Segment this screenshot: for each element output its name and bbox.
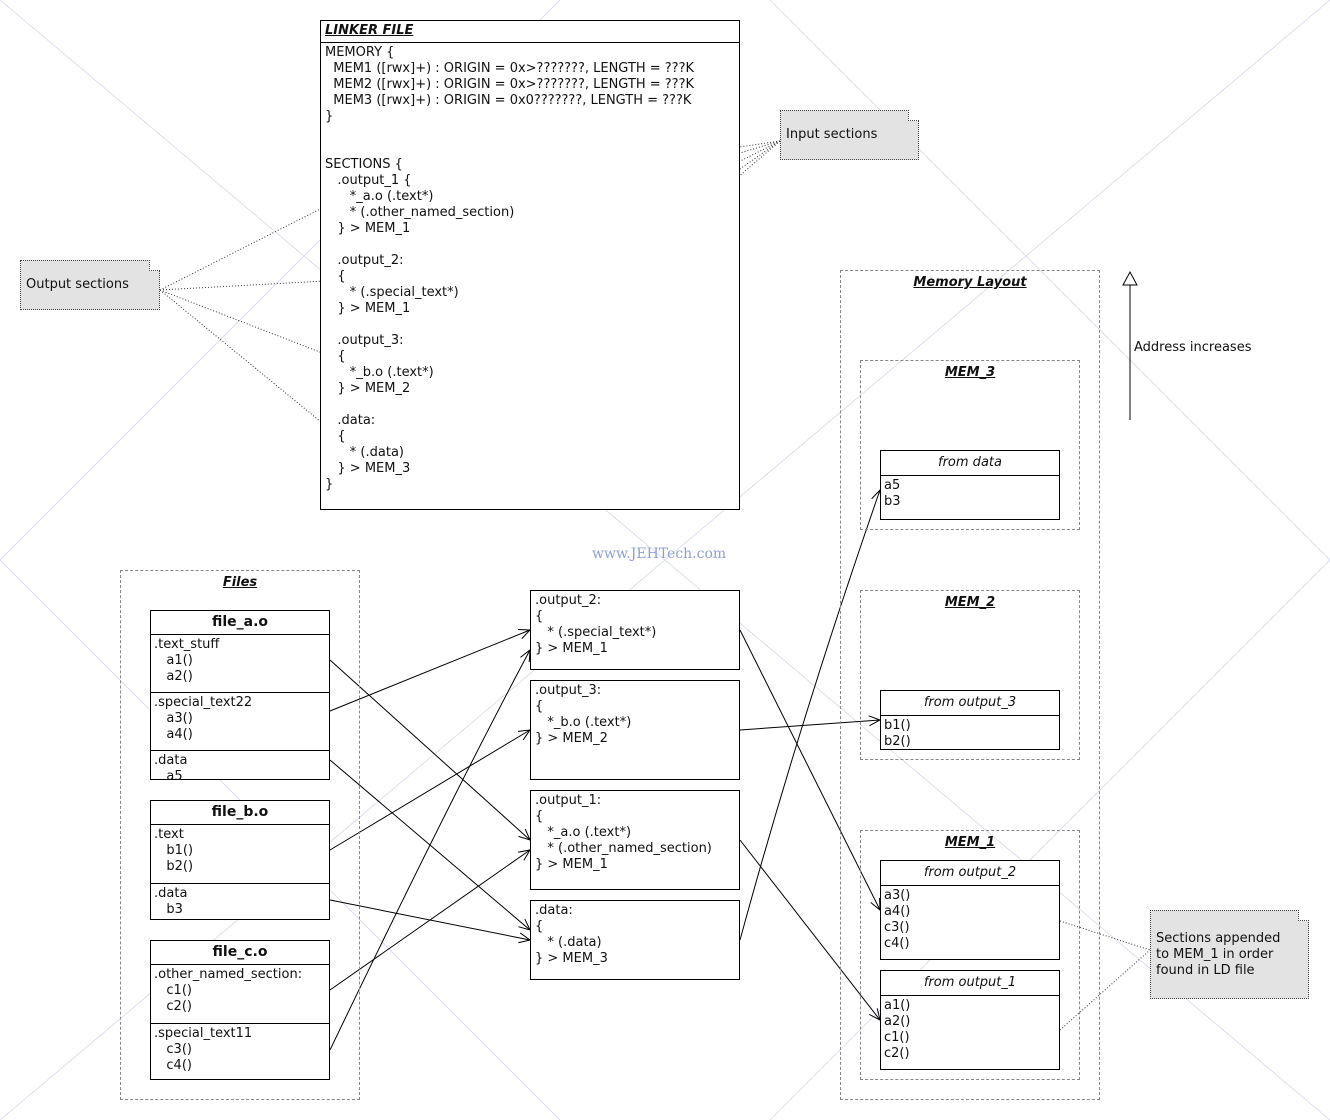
file-section: .other_named_section: c1() c2() bbox=[151, 965, 329, 1024]
mem-block-from-output3: from output_3 b1() b2() bbox=[880, 690, 1060, 750]
mem3-title: MEM_3 bbox=[944, 365, 996, 380]
input-sections-note-text: Input sections bbox=[786, 127, 878, 142]
linker-line: SECTIONS { bbox=[325, 157, 403, 172]
linker-line bbox=[325, 125, 735, 141]
mem1-title: MEM_1 bbox=[944, 835, 996, 850]
mem-block-from-data: from data a5 b3 bbox=[880, 450, 1060, 520]
linker-line: { bbox=[325, 429, 346, 444]
output-section-links bbox=[159, 198, 344, 441]
linker-line: .data: bbox=[325, 413, 376, 428]
file-c-box: file_c.o .other_named_section: c1() c2()… bbox=[150, 940, 330, 1080]
output-box-output3: .output_3: { *_b.o (.text*) } > MEM_2 bbox=[530, 680, 740, 780]
arrow-c-special-to-output2 bbox=[329, 650, 530, 1051]
linker-line: * (.special_text*) bbox=[325, 285, 459, 300]
file-name: file_a.o bbox=[151, 611, 329, 635]
output-box-output1: .output_1: { *_a.o (.text*) * (.other_na… bbox=[530, 790, 740, 890]
linker-line: *_a.o (.text*) bbox=[325, 189, 434, 204]
mem-block-title: from output_1 bbox=[881, 971, 1059, 996]
file-section: .text_stuff a1() a2() bbox=[151, 635, 329, 693]
file-name: file_b.o bbox=[151, 801, 329, 825]
mem-block-items: a3() a4() c3() c4() bbox=[884, 888, 911, 951]
mem-block-title: from data bbox=[881, 451, 1059, 476]
linker-line: } bbox=[325, 109, 334, 124]
output-sections-note: Output sections bbox=[20, 260, 160, 310]
arrow-b-data-to-data bbox=[329, 899, 530, 940]
linker-line: } > MEM_1 bbox=[325, 221, 411, 236]
files-title: Files bbox=[222, 575, 258, 590]
memory-layout-title: Memory Layout bbox=[913, 275, 1027, 290]
mem-block-title: from output_3 bbox=[881, 691, 1059, 716]
note-fold-icon bbox=[1298, 910, 1309, 921]
linker-line: MEM1 ([rwx]+) : ORIGIN = 0x>???????, LEN… bbox=[325, 61, 695, 76]
mem-block-items: a5 b3 bbox=[884, 478, 901, 509]
arrow-a-special-to-output2 bbox=[329, 630, 530, 712]
address-arrow-head bbox=[1122, 270, 1138, 286]
linker-line: } > MEM_2 bbox=[325, 381, 411, 396]
arrow-a-data-to-data bbox=[329, 759, 530, 930]
linker-file-title: LINKER FILE bbox=[321, 21, 739, 43]
output-box-output2: .output_2: { * (.special_text*) } > MEM_… bbox=[530, 590, 740, 670]
linker-file-box: LINKER FILE MEMORY { MEM1 ([rwx]+) : ORI… bbox=[320, 20, 740, 510]
linker-line: } bbox=[325, 477, 334, 492]
linker-line: .output_1 { bbox=[325, 173, 412, 188]
linker-line: .output_2: bbox=[325, 253, 404, 268]
linker-line: MEMORY { bbox=[325, 45, 395, 60]
output-box-data: .data: { * (.data) } > MEM_3 bbox=[530, 900, 740, 980]
mem2-title: MEM_2 bbox=[944, 595, 996, 610]
file-name: file_c.o bbox=[151, 941, 329, 965]
file-a-box: file_a.o .text_stuff a1() a2() .special_… bbox=[150, 610, 330, 784]
mem-block-title: from output_2 bbox=[881, 861, 1059, 886]
mem-block-from-output2: from output_2 a3() a4() c3() c4() bbox=[880, 860, 1060, 960]
linker-line: * (.other_named_section) bbox=[325, 205, 515, 220]
linker-line: .output_3: bbox=[325, 333, 404, 348]
arrow-a-text-to-output1 bbox=[329, 659, 530, 840]
arrow-b-text-to-output3 bbox=[329, 730, 530, 851]
linker-line bbox=[325, 317, 735, 333]
linker-line: { bbox=[325, 349, 346, 364]
address-increases-label: Address increases bbox=[1134, 340, 1252, 355]
note-fold-icon bbox=[908, 110, 919, 121]
linker-line bbox=[325, 141, 735, 157]
file-section: .special_text11 c3() c4() bbox=[154, 1026, 253, 1073]
linker-line: MEM2 ([rwx]+) : ORIGIN = 0x>???????, LEN… bbox=[325, 77, 695, 92]
linker-line: *_b.o (.text*) bbox=[325, 365, 434, 380]
mem1-order-note: Sections appended to MEM_1 in order foun… bbox=[1150, 910, 1309, 999]
file-section: .text b1() b2() bbox=[151, 825, 329, 884]
linker-line: } > MEM_3 bbox=[325, 461, 411, 476]
linker-line bbox=[325, 397, 735, 413]
mem-block-from-output1: from output_1 a1() a2() c1() c2() bbox=[880, 970, 1060, 1070]
link-output-1 bbox=[159, 198, 341, 291]
watermark: www.JEHTech.com bbox=[592, 546, 727, 562]
mem-block-items: a1() a2() c1() c2() bbox=[884, 998, 911, 1061]
file-section: .special_text22 a3() a4() bbox=[151, 693, 329, 751]
file-section: .data b3 bbox=[154, 886, 188, 917]
link-output-2 bbox=[159, 279, 344, 291]
mem1-order-note-text: Sections appended to MEM_1 in order foun… bbox=[1156, 931, 1281, 978]
linker-line: } > MEM_1 bbox=[325, 301, 411, 316]
link-output-3 bbox=[159, 289, 344, 362]
input-sections-note: Input sections bbox=[780, 110, 919, 160]
linker-file-content: MEMORY { MEM1 ([rwx]+) : ORIGIN = 0x>???… bbox=[321, 43, 739, 495]
note-fold-icon bbox=[149, 260, 160, 271]
link-output-data bbox=[159, 289, 344, 441]
mem-block-items: b1() b2() bbox=[884, 718, 911, 749]
linker-line bbox=[325, 237, 735, 253]
file-to-output-arrows bbox=[329, 630, 530, 1051]
linker-line: * (.data) bbox=[325, 445, 404, 460]
linker-line: { bbox=[325, 269, 346, 284]
linker-line: MEM3 ([rwx]+) : ORIGIN = 0x0???????, LEN… bbox=[325, 93, 692, 108]
file-b-box: file_b.o .text b1() b2() .data b3 bbox=[150, 800, 330, 920]
arrow-c-other-to-output1 bbox=[329, 850, 530, 991]
output-sections-note-text: Output sections bbox=[26, 277, 129, 292]
file-section: .data a5 bbox=[154, 753, 188, 784]
